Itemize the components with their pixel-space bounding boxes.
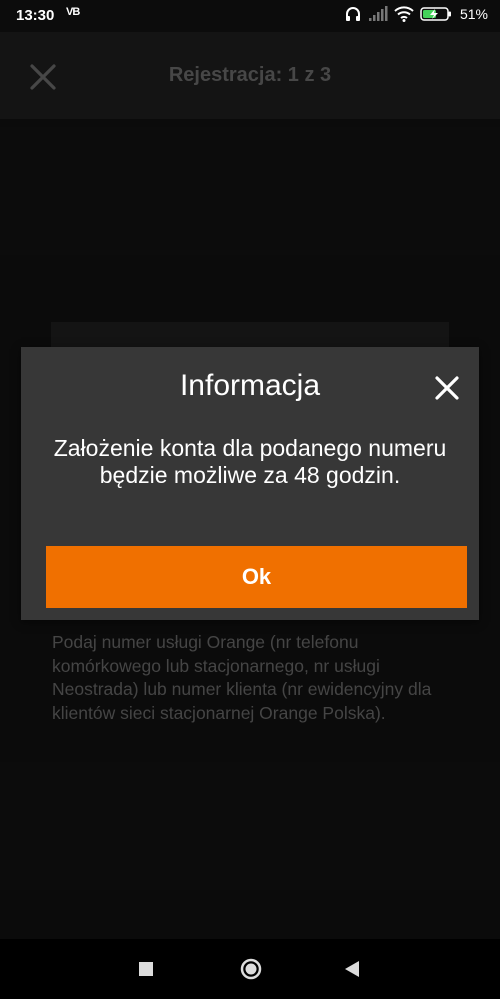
battery-percent: 51% — [459, 6, 488, 22]
home-icon[interactable] — [240, 958, 262, 980]
battery-charging-icon — [420, 7, 451, 21]
status-icons: 51% — [344, 5, 488, 23]
status-bar: 13:30 VB 51% — [0, 0, 500, 32]
dialog-title: Informacja — [179, 369, 321, 402]
ok-button[interactable]: Ok — [46, 546, 467, 608]
close-icon[interactable] — [430, 371, 464, 405]
signal-icon — [368, 6, 388, 21]
status-time: 13:30 — [16, 7, 55, 24]
headphones-icon — [345, 7, 360, 21]
back-icon[interactable] — [344, 960, 360, 978]
wifi-icon — [394, 6, 414, 22]
app-notification-icon: VB — [66, 6, 80, 18]
recents-icon[interactable] — [139, 962, 153, 976]
dialog-message: Założenie konta dla podanego numeru będz… — [53, 435, 447, 488]
info-dialog: Informacja Założenie konta dla podanego … — [21, 347, 479, 620]
navigation-bar — [0, 939, 500, 999]
